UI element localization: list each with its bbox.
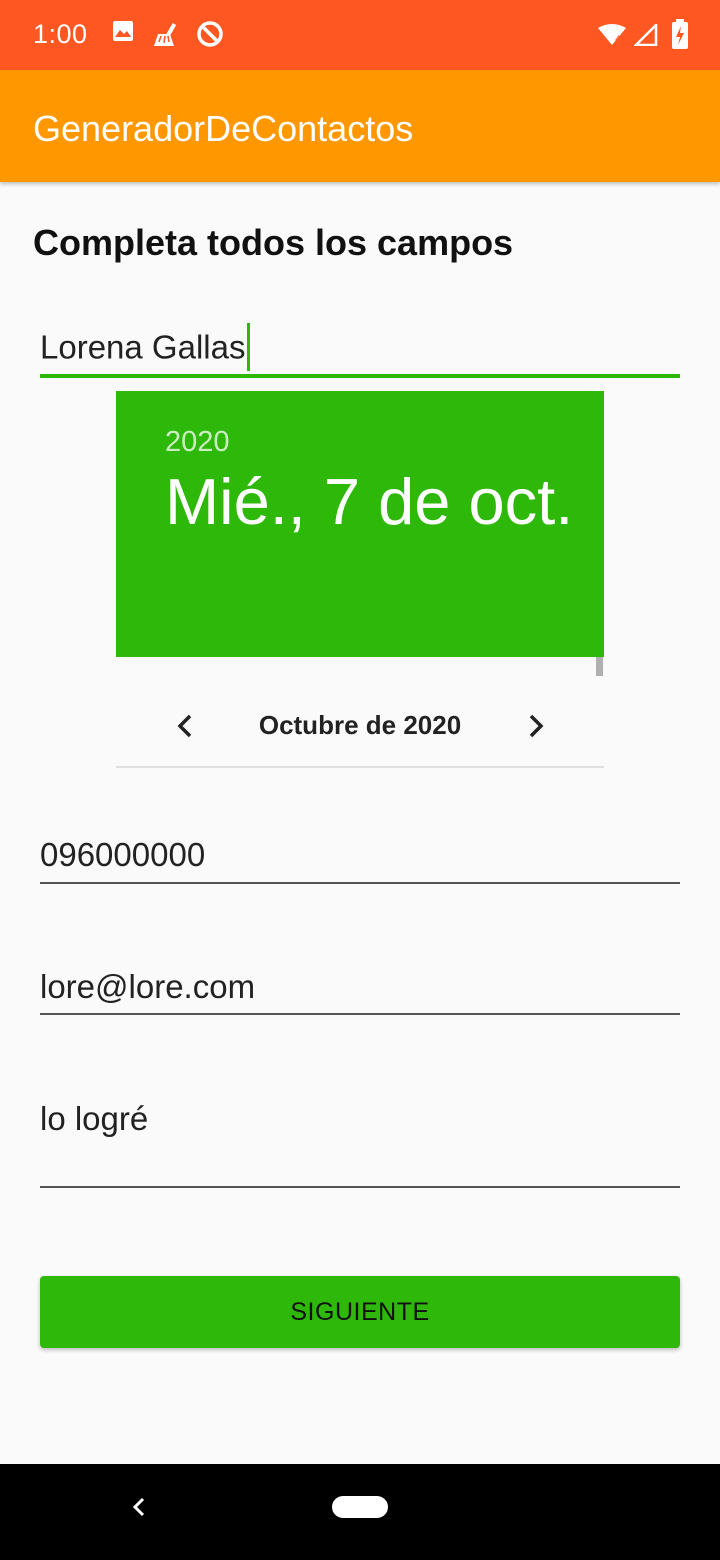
svg-text:4: 4 — [615, 35, 621, 45]
app-title: GeneradorDeContactos — [33, 108, 414, 149]
text-cursor — [247, 323, 251, 371]
date-picker-header: 2020 Mié., 7 de oct. — [116, 391, 604, 657]
blocked-icon — [197, 21, 223, 47]
status-time: 1:00 — [33, 19, 88, 49]
signal-icon — [634, 24, 658, 46]
battery-charging-icon — [672, 19, 688, 49]
description-field[interactable]: lo logré — [40, 1094, 680, 1188]
image-icon — [113, 21, 133, 41]
date-picker-selected-date[interactable]: Mié., 7 de oct. — [165, 461, 585, 543]
name-field-text-wrap: Lorena Gallas — [40, 323, 251, 374]
wifi-icon: 4 — [598, 24, 626, 45]
next-button[interactable]: SIGUIENTE — [40, 1276, 680, 1348]
home-pill[interactable] — [332, 1496, 388, 1518]
cleaner-icon — [154, 22, 177, 46]
scrollbar-thumb[interactable] — [596, 657, 603, 676]
date-picker-divider — [116, 766, 604, 768]
name-field[interactable]: Lorena Gallas — [40, 318, 680, 378]
phone-field[interactable]: 096000000 — [40, 830, 680, 884]
email-field[interactable]: lore@lore.com — [40, 962, 680, 1015]
date-picker-year[interactable]: 2020 — [165, 426, 230, 459]
back-icon[interactable] — [128, 1496, 150, 1518]
month-navigation: Octubre de 2020 — [116, 690, 604, 760]
email-field-value: lore@lore.com — [40, 968, 256, 1005]
name-field-value: Lorena Gallas — [40, 328, 246, 366]
status-bar: 1:00 4 — [0, 0, 720, 70]
description-field-value: lo logré — [40, 1100, 149, 1137]
app-bar: GeneradorDeContactos — [0, 70, 720, 182]
system-navigation-bar — [0, 1464, 720, 1560]
phone-field-value: 096000000 — [40, 836, 206, 873]
chevron-right-icon[interactable] — [521, 712, 549, 740]
form-heading: Completa todos los campos — [33, 222, 514, 263]
